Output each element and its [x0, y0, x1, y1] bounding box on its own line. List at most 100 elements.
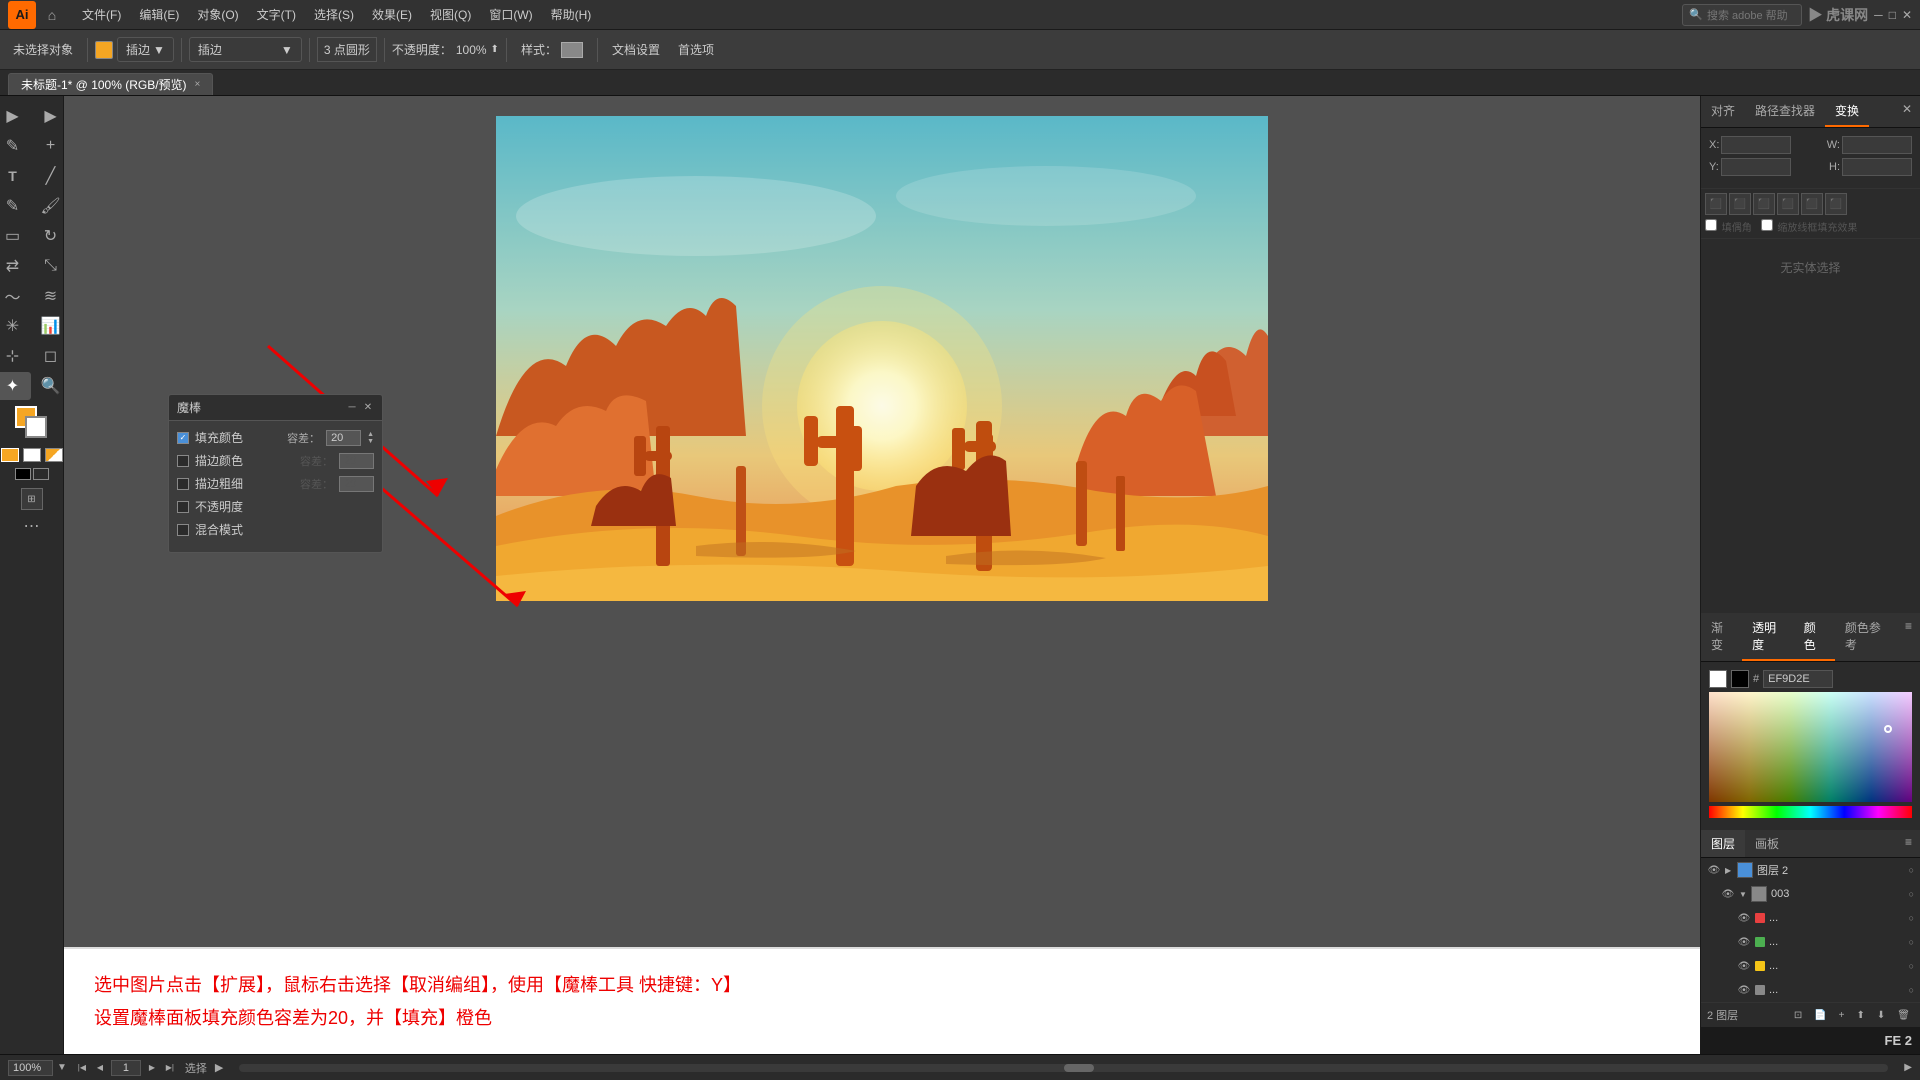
text-tool[interactable]: T — [0, 162, 31, 190]
document-tab[interactable]: 未标题-1* @ 100% (RGB/预览) × — [8, 73, 213, 95]
sublayer-003-item[interactable]: 👁 ▼ 003 ○ — [1701, 882, 1920, 906]
menu-object[interactable]: 对象(O) — [189, 2, 246, 27]
menu-window[interactable]: 窗口(W) — [481, 2, 540, 27]
color-layer-gray-eye[interactable]: 👁 — [1737, 983, 1751, 997]
stroke-tolerance-input[interactable] — [339, 453, 374, 469]
move-layer-btn[interactable]: ⬇ — [1873, 1008, 1889, 1023]
doc-setup-btn[interactable]: 文档设置 — [605, 37, 667, 62]
panel-minimize-btn[interactable]: ─ — [346, 402, 358, 413]
y-input[interactable] — [1721, 158, 1791, 176]
color-layer-red-lock[interactable]: ○ — [1909, 913, 1914, 923]
brush-selector[interactable]: 插边 ▼ — [189, 37, 302, 62]
tab-color-ref[interactable]: 颜色参考 — [1835, 613, 1897, 661]
layer-2-lock[interactable]: ○ — [1909, 865, 1914, 875]
black-swatch[interactable] — [1731, 670, 1749, 688]
menu-effect[interactable]: 效果(E) — [364, 2, 420, 27]
color-layer-yellow-lock[interactable]: ○ — [1909, 961, 1914, 971]
next-page-btn[interactable]: ▶ — [145, 1061, 159, 1075]
align-top-btn[interactable]: ⬛ — [1777, 193, 1799, 215]
color-layer-yellow-eye[interactable]: 👁 — [1737, 959, 1751, 973]
tab-artboards[interactable]: 画板 — [1745, 830, 1789, 857]
color-layer-green[interactable]: 👁 ... ○ — [1701, 930, 1920, 954]
fill-tolerance-down[interactable]: ▼ — [367, 438, 374, 445]
none-mode-icon[interactable] — [45, 448, 63, 462]
opacity-checkbox[interactable] — [177, 501, 189, 513]
color-layer-gray[interactable]: 👁 ... ○ — [1701, 978, 1920, 1002]
color-panel-menu[interactable]: ≡ — [1897, 613, 1920, 661]
tab-pathfinder[interactable]: 路径查找器 — [1745, 96, 1825, 127]
tab-align[interactable]: 对齐 — [1701, 96, 1745, 127]
h-input[interactable] — [1842, 158, 1912, 176]
home-icon[interactable]: ⌂ — [40, 3, 64, 27]
layer-2-arrow[interactable]: ▶ — [1725, 866, 1733, 874]
magic-wand-panel-header[interactable]: 魔棒 ─ ✕ — [169, 395, 382, 421]
arrange-layers-btn[interactable]: ⬆ — [1853, 1008, 1869, 1023]
fill-color-swatch[interactable] — [95, 41, 113, 59]
stroke-color-checkbox[interactable] — [177, 455, 189, 467]
tab-color[interactable]: 颜色 — [1794, 613, 1835, 661]
align-center-btn[interactable]: ⬛ — [1729, 193, 1751, 215]
maximize-btn[interactable]: □ — [1889, 8, 1896, 22]
menu-edit[interactable]: 编辑(E) — [131, 2, 187, 27]
selection-tool[interactable]: ▶ — [0, 102, 31, 130]
new-sublayer-btn[interactable]: 📄 — [1810, 1008, 1830, 1023]
align-left-btn[interactable]: ⬛ — [1705, 193, 1727, 215]
sublayer-003-arrow[interactable]: ▼ — [1739, 890, 1747, 898]
menu-view[interactable]: 视图(Q) — [422, 2, 479, 27]
sublayer-003-lock[interactable]: ○ — [1909, 889, 1914, 899]
color-layer-green-eye[interactable]: 👁 — [1737, 935, 1751, 949]
layers-menu-icon[interactable]: ≡ — [1897, 830, 1920, 857]
search-bar[interactable]: 🔍 搜索 adobe 帮助 — [1682, 4, 1802, 26]
x-input[interactable] — [1721, 136, 1791, 154]
menu-file[interactable]: 文件(F) — [74, 2, 129, 27]
layer-2-eye[interactable]: 👁 — [1707, 863, 1721, 877]
make-clipping-btn[interactable]: ⊡ — [1790, 1008, 1806, 1023]
swap-icon[interactable] — [15, 468, 31, 480]
artwork-canvas[interactable] — [496, 116, 1268, 601]
stroke-width-checkbox[interactable] — [177, 478, 189, 490]
zoom-dropdown[interactable]: ▼ — [57, 1062, 67, 1073]
color-hue-bar[interactable] — [1709, 806, 1912, 818]
white-swatch[interactable] — [1709, 670, 1727, 688]
stroke-dropdown[interactable]: 插边 ▼ — [117, 37, 174, 62]
first-page-btn[interactable]: |◀ — [75, 1061, 89, 1075]
transform-pattern-cb[interactable] — [1705, 219, 1717, 231]
close-btn[interactable]: ✕ — [1902, 8, 1912, 22]
gradient-mode-icon[interactable] — [23, 448, 41, 462]
w-input[interactable] — [1842, 136, 1912, 154]
sublayer-003-eye[interactable]: 👁 — [1721, 887, 1735, 901]
minimize-btn[interactable]: ─ — [1874, 8, 1883, 22]
stroke-width-input[interactable] — [339, 476, 374, 492]
reset-icon[interactable] — [33, 468, 49, 480]
warp-tool[interactable]: 〜 — [0, 282, 31, 310]
opacity-up-arrow[interactable]: ⬆ — [491, 44, 499, 55]
align-right-btn[interactable]: ⬛ — [1753, 193, 1775, 215]
panel-menu-icon[interactable]: ✕ — [1894, 96, 1920, 127]
pen-tool[interactable]: ✎ — [0, 132, 31, 160]
new-layer-btn[interactable]: + — [1835, 1008, 1849, 1023]
last-page-btn[interactable]: ▶| — [163, 1061, 177, 1075]
zoom-input[interactable] — [8, 1060, 53, 1076]
page-input[interactable] — [111, 1060, 141, 1076]
point-selector[interactable]: 3 点圆形 — [317, 37, 377, 62]
color-mode-icon[interactable] — [1, 448, 19, 462]
fill-tolerance-input[interactable] — [326, 430, 361, 446]
panel-close-btn[interactable]: ✕ — [362, 402, 374, 413]
blend-mode-checkbox[interactable] — [177, 524, 189, 536]
color-spectrum[interactable] — [1709, 692, 1912, 802]
tab-transform[interactable]: 变换 — [1825, 96, 1869, 127]
layer-2-item[interactable]: 👁 ▶ 图层 2 ○ — [1701, 858, 1920, 882]
canvas-container[interactable]: 魔棒 ─ ✕ 填充颜色 容差： ▲ ▼ — [64, 96, 1700, 947]
rectangle-tool[interactable]: ▭ — [0, 222, 31, 250]
transform-effect-cb[interactable] — [1761, 219, 1773, 231]
align-middle-btn[interactable]: ⬛ — [1801, 193, 1823, 215]
slice-tool[interactable]: ⊹ — [0, 342, 31, 370]
tab-opacity[interactable]: 透明度 — [1742, 613, 1794, 661]
prev-page-btn[interactable]: ◀ — [93, 1061, 107, 1075]
color-layer-green-lock[interactable]: ○ — [1909, 937, 1914, 947]
tab-gradient[interactable]: 渐变 — [1701, 613, 1742, 661]
canvas-scrollbar[interactable] — [239, 1064, 1888, 1072]
artboard-mode-btn[interactable]: ▶ — [215, 1061, 223, 1074]
color-layer-yellow[interactable]: 👁 ... ○ — [1701, 954, 1920, 978]
hex-value-input[interactable] — [1763, 670, 1833, 688]
